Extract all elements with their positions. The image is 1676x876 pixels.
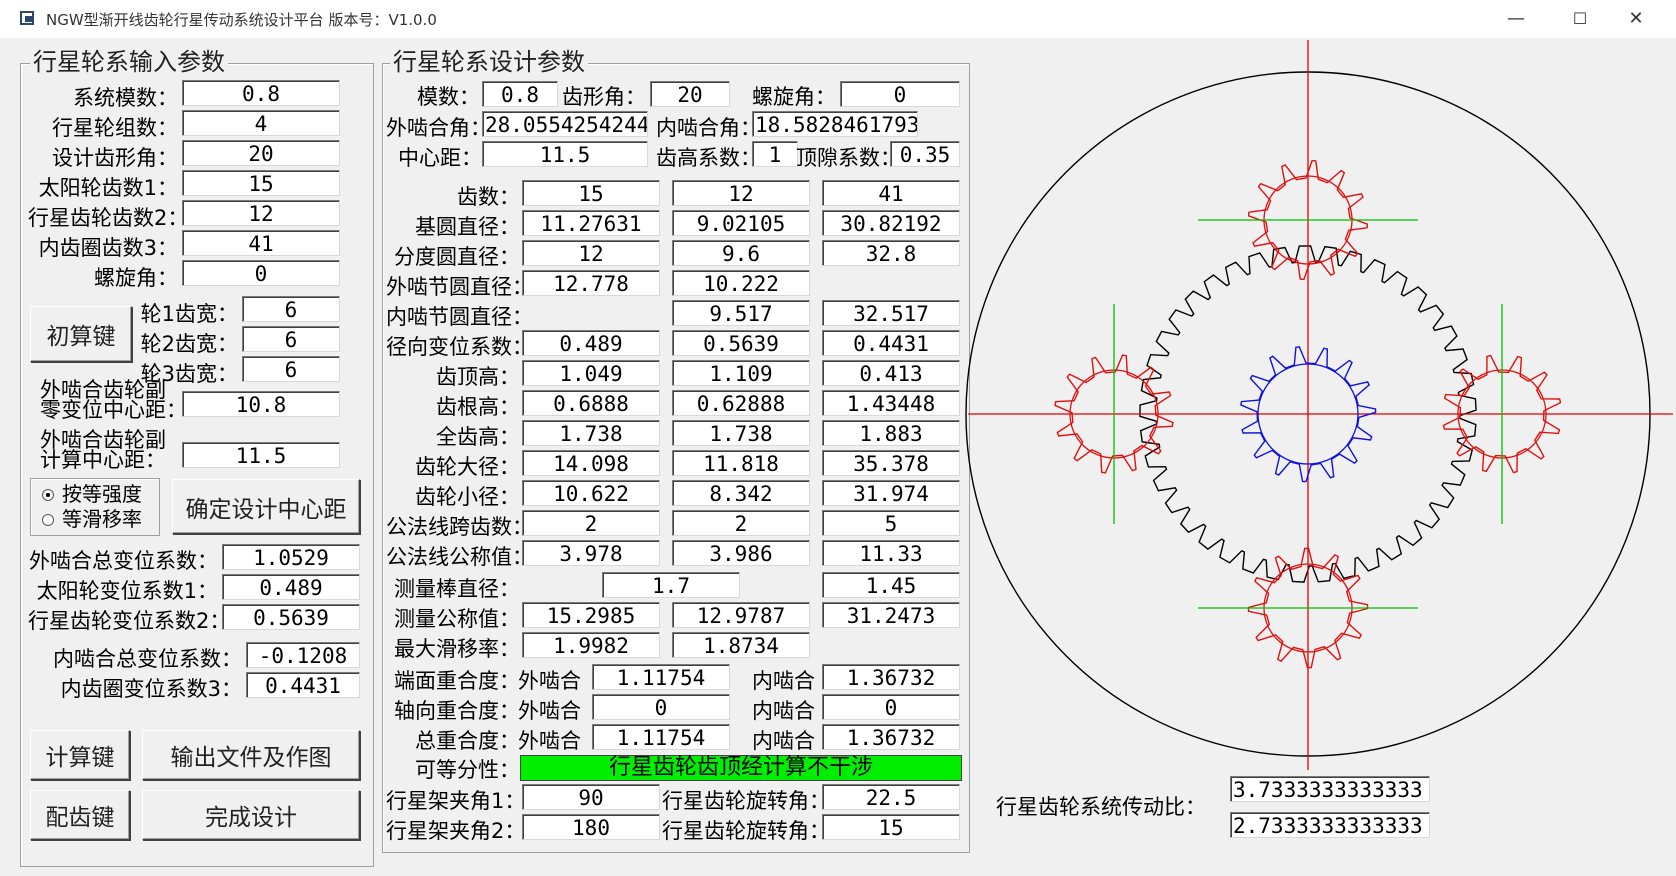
gear-system-drawing <box>965 40 1673 770</box>
transmission-ratio-field-2[interactable]: 2.7333333333333 <box>1230 812 1430 838</box>
transmission-ratio-field-1[interactable]: 3.7333333333333 <box>1230 776 1430 802</box>
transmission-ratio-label: 行星齿轮系统传动比： <box>996 795 1206 819</box>
app-window: NGW型渐开线齿轮行星传动系统设计平台 版本号：V1.0.0 — ☐ ✕ 行星轮… <box>0 0 1676 876</box>
